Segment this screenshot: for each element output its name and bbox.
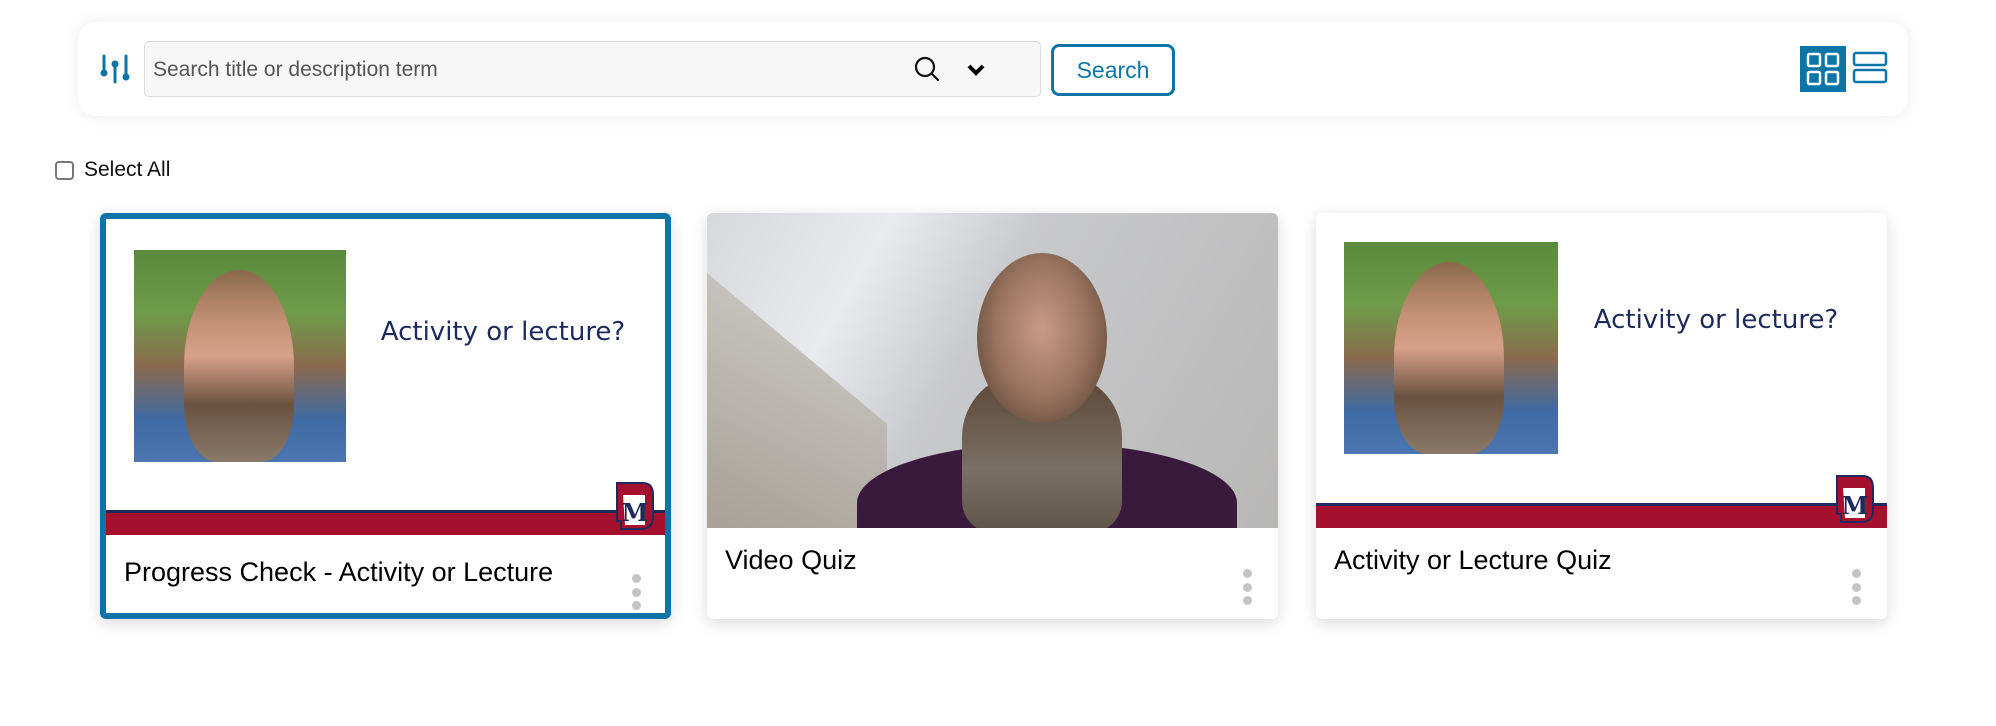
grid-view-icon[interactable] (1800, 46, 1846, 92)
card-title[interactable]: Activity or Lecture Quiz (1334, 545, 1612, 576)
slide-text: Activity or lecture? (380, 317, 626, 347)
card-thumbnail[interactable]: Activity or lecture? M (1316, 213, 1887, 528)
card-title[interactable]: Progress Check - Activity or Lecture (124, 557, 553, 588)
card-title[interactable]: Video Quiz (725, 545, 857, 576)
more-options-icon[interactable] (1851, 569, 1861, 605)
content-card[interactable]: Activity or lecture? M Activity or Lectu… (1316, 213, 1887, 619)
search-input[interactable] (151, 42, 895, 98)
university-logo-icon: M (1835, 474, 1875, 524)
search-icon[interactable] (913, 55, 941, 83)
svg-text:M: M (1842, 491, 1869, 520)
svg-text:M: M (622, 498, 649, 527)
video-thumbnail (707, 213, 1278, 528)
card-thumbnail[interactable]: Activity or lecture? M (106, 219, 665, 535)
select-all-checkbox[interactable] (55, 160, 74, 180)
list-view-icon[interactable] (1852, 50, 1888, 86)
more-options-icon[interactable] (631, 574, 641, 610)
content-card[interactable]: Activity or lecture? M Progress Check - … (100, 213, 671, 619)
slide-photo (1344, 242, 1558, 454)
card-thumbnail[interactable] (707, 213, 1278, 528)
chevron-down-icon[interactable] (965, 59, 987, 81)
slide-text: Activity or lecture? (1593, 305, 1839, 335)
more-options-icon[interactable] (1242, 569, 1252, 605)
content-card[interactable]: Video Quiz (707, 213, 1278, 619)
filter-icon[interactable] (98, 52, 132, 86)
slide-stripe (106, 513, 665, 535)
slide-photo (134, 250, 346, 462)
search-button[interactable]: Search (1051, 44, 1175, 96)
search-toolbar: Search (78, 22, 1908, 116)
select-all: Select All (55, 158, 170, 182)
select-all-label[interactable]: Select All (84, 158, 170, 182)
slide-stripe (1316, 506, 1887, 528)
university-logo-icon: M (615, 481, 655, 531)
search-box (144, 41, 1041, 98)
